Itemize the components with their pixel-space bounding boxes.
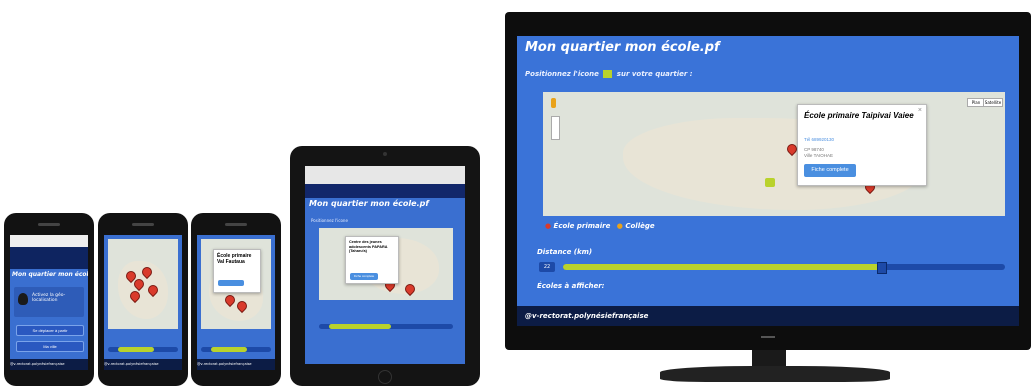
site-title: Mon quartier mon école.pf: [309, 199, 429, 208]
locate-icon: [18, 293, 28, 305]
tablet: Mon quartier mon école.pf Positionnez l'…: [290, 146, 480, 386]
map[interactable]: École primaire Val Fautaua: [201, 239, 271, 329]
instruction-tail: sur votre quartier :: [616, 70, 693, 78]
footer: @v-rectorat.polynésiefrançaise: [104, 359, 182, 370]
distance-slider[interactable]: [201, 347, 271, 352]
distance-label: Distance (km): [537, 248, 593, 256]
popup-city: Ville TAIOHAE: [804, 153, 834, 158]
browser-bar[interactable]: [305, 166, 465, 184]
tablet-home-button[interactable]: [378, 370, 392, 384]
zoom-control[interactable]: [551, 116, 560, 140]
popup-title: École primaire Taipivai Vaiee: [804, 111, 914, 120]
tv-screen: Mon quartier mon école.pf Positionnez l'…: [517, 36, 1019, 326]
tv-stand-base: [660, 366, 890, 382]
close-icon[interactable]: ×: [918, 107, 922, 114]
popup-button[interactable]: Fiche complete: [350, 273, 378, 280]
phone-2-screen: @v-rectorat.polynésiefrançaise: [104, 235, 182, 370]
popup-cp: CP 98740: [804, 147, 824, 152]
instruction: Positionnez l'icone: [311, 218, 348, 223]
legend-primary: École primaire: [553, 222, 611, 230]
footer: @v-rectorat.polynésiefrançaise: [517, 306, 1019, 326]
phone-2-speaker: [132, 223, 154, 226]
college-marker-icon: ●: [616, 222, 623, 230]
pegman-icon[interactable]: [551, 98, 556, 108]
tablet-screen: Mon quartier mon école.pf Positionnez l'…: [305, 166, 465, 364]
popup-button[interactable]: [218, 280, 244, 286]
distance-slider[interactable]: [563, 262, 1005, 274]
legend: ● École primaire ● Collège: [545, 222, 655, 234]
instruction-row: Positionnez l'icone sur votre quartier :: [525, 70, 1005, 82]
distance-value: 22: [539, 262, 555, 272]
phone-3-speaker: [225, 223, 247, 226]
phone-3: École primaire Val Fautaua @v-rectorat.p…: [191, 213, 281, 386]
schools-label: Écoles à afficher:: [537, 282, 605, 290]
popup-phone: Tél 689920130: [804, 137, 835, 142]
btn-ma-ville[interactable]: Ma ville: [16, 341, 84, 352]
phone-1-speaker: [38, 223, 60, 226]
distance-slider-fill: [329, 324, 391, 329]
map-popup: École primaire Val Fautaua: [213, 249, 261, 293]
phone-2: @v-rectorat.polynésiefrançaise: [98, 213, 188, 386]
footer: @v-rectorat.polynésiefrançaise: [197, 359, 275, 370]
locate-panel: Activez la géo-localisation: [14, 287, 84, 317]
distance-slider-fill: [118, 347, 154, 352]
house-icon[interactable]: [603, 70, 613, 78]
primary-marker-icon: ●: [545, 222, 552, 230]
banner: [10, 247, 88, 269]
distance-slider[interactable]: [108, 347, 178, 352]
popup-title: École primaire Val Fautaua: [217, 253, 252, 265]
distance-slider[interactable]: [319, 324, 453, 329]
map-type-satellite[interactable]: Satellite: [983, 98, 1003, 107]
legend-college: Collège: [625, 222, 655, 230]
house-marker-icon[interactable]: [765, 178, 775, 187]
map-popup: Centre des jeunes adolescents PAPARA (Ta…: [345, 236, 399, 284]
map[interactable]: [108, 239, 178, 329]
phone-1: Mon quartier mon école.pf Activez la géo…: [4, 213, 94, 386]
locate-text: Activez la géo-localisation: [32, 293, 66, 303]
site-title: Mon quartier mon école.pf: [12, 271, 88, 278]
address-bar[interactable]: [10, 235, 88, 247]
distance-slider-fill: [563, 264, 882, 270]
map[interactable]: Plan Satellite × École primaire Taipivai…: [543, 92, 1005, 216]
distance-slider-fill: [211, 347, 247, 352]
footer: @v-rectorat.polynésiefrançaise: [10, 359, 88, 370]
tv: Mon quartier mon école.pf Positionnez l'…: [505, 12, 1031, 350]
banner: [305, 184, 465, 198]
phone-3-screen: École primaire Val Fautaua @v-rectorat.p…: [197, 235, 275, 370]
popup-title: Centre des jeunes adolescents PAPARA (Ta…: [349, 240, 388, 253]
map-popup: × École primaire Taipivai Vaiee Tél 6899…: [797, 104, 927, 186]
distance-slider-handle[interactable]: [877, 262, 888, 274]
tablet-camera: [383, 152, 387, 156]
fiche-complete-button[interactable]: Fiche complete: [804, 164, 856, 177]
btn-se-deplacer[interactable]: Se déplacer à partir: [16, 325, 84, 336]
instruction: Positionnez l'icone: [525, 70, 599, 78]
phone-1-screen: Mon quartier mon école.pf Activez la géo…: [10, 235, 88, 370]
map[interactable]: Centre des jeunes adolescents PAPARA (Ta…: [319, 228, 453, 300]
tv-brand: [761, 336, 775, 338]
site-title: Mon quartier mon école.pf: [525, 40, 720, 55]
